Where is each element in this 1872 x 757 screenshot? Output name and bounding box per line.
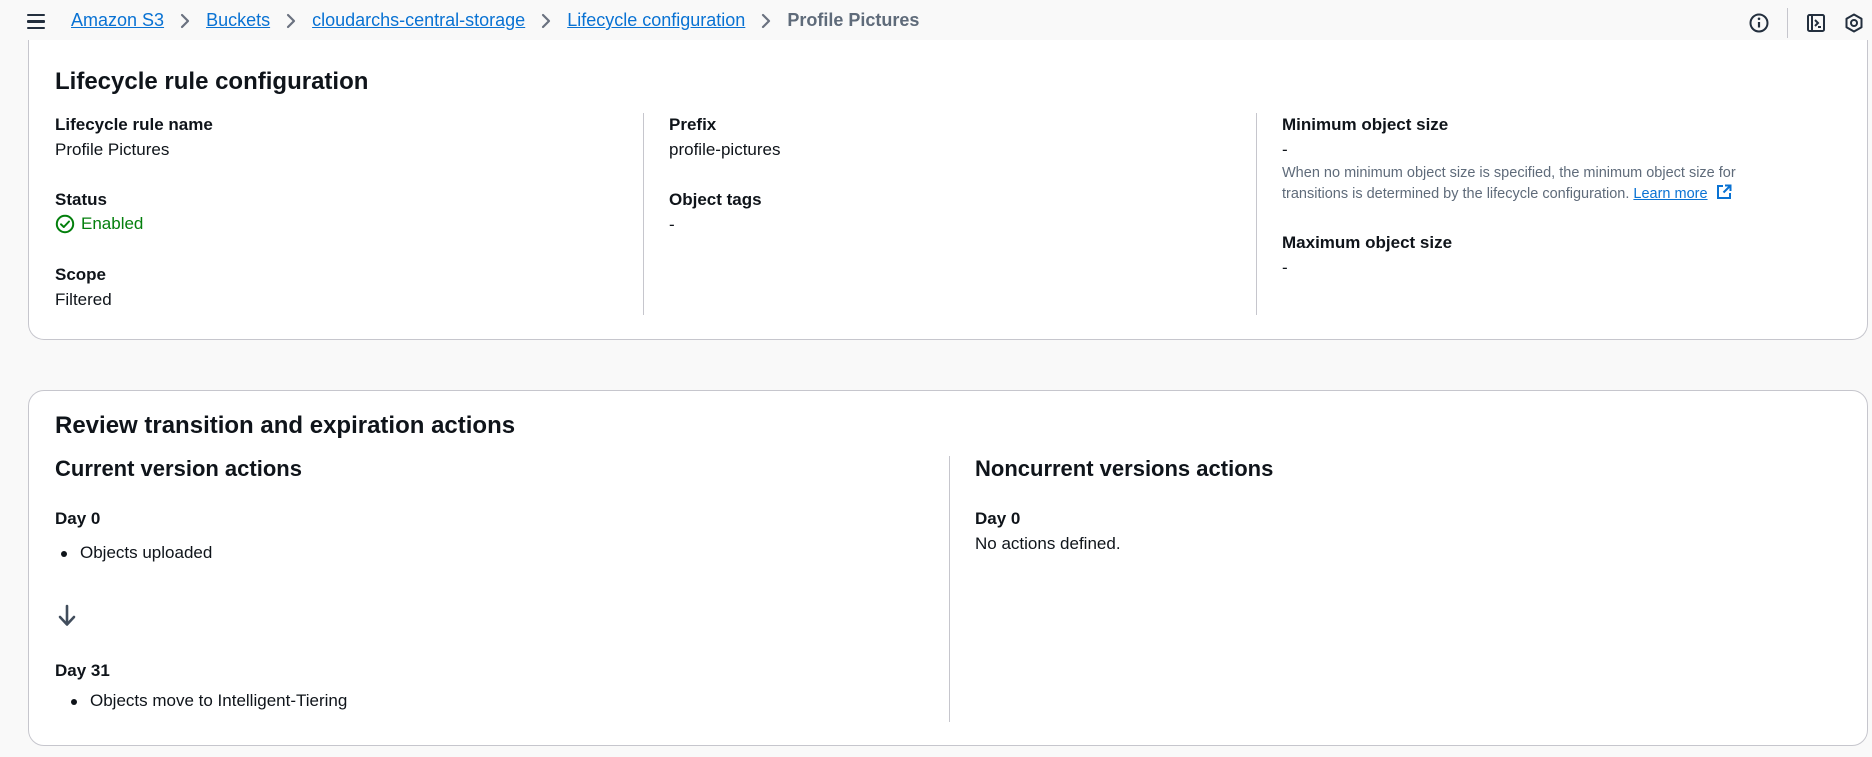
status-value: Enabled <box>81 214 144 233</box>
chevron-right-icon <box>541 13 551 29</box>
list-item: Objects uploaded <box>55 543 212 563</box>
top-utility-icons <box>1745 8 1872 38</box>
external-link-icon[interactable] <box>1715 183 1733 207</box>
toolbar-divider <box>1787 8 1788 38</box>
prefix-label: Prefix <box>669 115 717 134</box>
rule-name-value: Profile Pictures <box>55 140 170 159</box>
breadcrumb-amazon-s3[interactable]: Amazon S3 <box>71 10 164 31</box>
breadcrumb: Amazon S3 Buckets cloudarchs-central-sto… <box>71 10 919 31</box>
column-divider <box>643 113 644 315</box>
chevron-right-icon <box>180 13 190 29</box>
status-badge: Enabled <box>55 214 143 234</box>
chevron-right-icon <box>761 13 771 29</box>
arrow-down-icon <box>56 603 78 634</box>
scope-value: Filtered <box>55 290 112 309</box>
object-tags-label: Object tags <box>669 190 762 209</box>
noncurrent-versions-actions-heading: Noncurrent versions actions <box>975 456 1274 481</box>
top-navigation-bar: Amazon S3 Buckets cloudarchs-central-sto… <box>0 0 1872 44</box>
list-item: Objects move to Intelligent-Tiering <box>65 691 347 711</box>
scope-label: Scope <box>55 265 107 284</box>
check-circle-icon <box>55 214 75 234</box>
prefix-value: profile-pictures <box>669 140 781 159</box>
min-object-size-label: Minimum object size <box>1282 115 1449 134</box>
review-section-title: Review transition and expiration actions <box>55 412 516 439</box>
breadcrumb-buckets[interactable]: Buckets <box>206 10 270 31</box>
breadcrumb-lifecycle-configuration[interactable]: Lifecycle configuration <box>567 10 745 31</box>
breadcrumb-bucket-name[interactable]: cloudarchs-central-storage <box>312 10 525 31</box>
noncurrent-day0-text: No actions defined. <box>975 534 1121 553</box>
chevron-right-icon <box>286 13 296 29</box>
review-actions-panel: Review transition and expiration actions… <box>28 390 1868 746</box>
object-tags-value: - <box>669 215 675 234</box>
current-day31-list: Objects move to Intelligent-Tiering <box>65 691 347 711</box>
max-object-size-value: - <box>1282 258 1288 277</box>
side-panel-icon[interactable] <box>1802 9 1830 37</box>
hamburger-menu-icon[interactable] <box>25 11 49 33</box>
status-label: Status <box>55 190 107 209</box>
max-object-size-label: Maximum object size <box>1282 233 1453 252</box>
current-day0-list: Objects uploaded <box>55 543 212 563</box>
hexagon-settings-icon[interactable] <box>1840 9 1868 37</box>
learn-more-label[interactable]: Learn more <box>1633 186 1707 202</box>
info-icon[interactable] <box>1745 9 1773 37</box>
min-object-size-value: - <box>1282 140 1288 159</box>
section-title: Lifecycle rule configuration <box>55 68 369 95</box>
learn-more-link[interactable]: Learn more <box>1633 186 1707 202</box>
current-day0-label: Day 0 <box>55 509 101 528</box>
rule-name-label: Lifecycle rule name <box>55 115 213 134</box>
min-object-size-note: When no minimum object size is specified… <box>1282 163 1802 207</box>
column-divider <box>949 456 950 722</box>
breadcrumb-current: Profile Pictures <box>787 10 920 30</box>
current-day31-label: Day 31 <box>55 661 110 680</box>
lifecycle-rule-configuration-panel: Lifecycle rule configuration Lifecycle r… <box>28 40 1868 340</box>
current-version-actions-heading: Current version actions <box>55 456 302 481</box>
column-divider <box>1256 113 1257 315</box>
noncurrent-day0-label: Day 0 <box>975 509 1021 528</box>
